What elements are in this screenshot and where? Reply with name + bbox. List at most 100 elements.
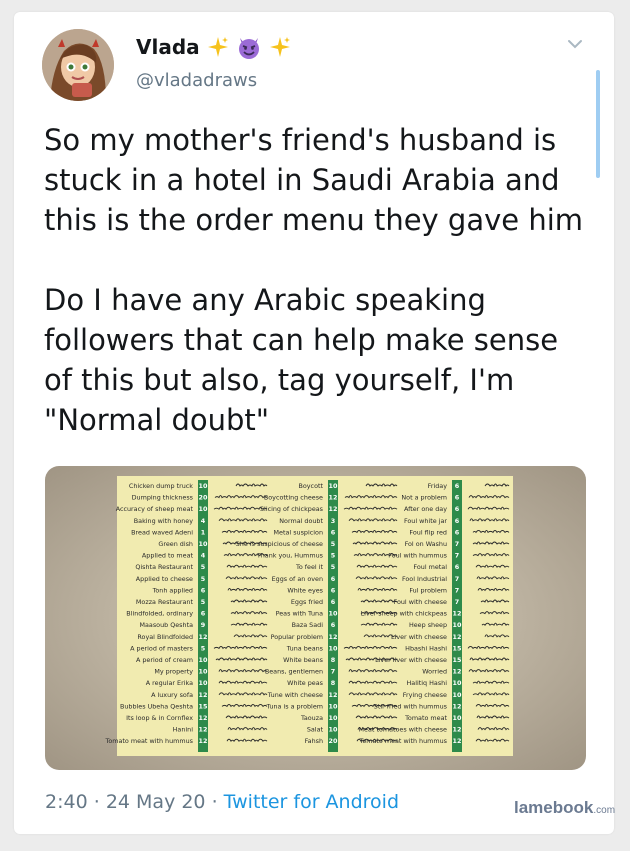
menu-item-price: 6: [455, 494, 460, 502]
menu-item-name: Tomato meat with hummus: [359, 737, 448, 745]
sparkles-icon: [207, 37, 228, 57]
menu-item-price: 5: [331, 563, 335, 571]
menu-item-price: 10: [329, 726, 338, 734]
menu-item-name: Blindfolded, ordinary: [126, 610, 193, 618]
menu-item-name: Liver sheep with chickpeas: [361, 610, 448, 618]
menu-item-price: 10: [199, 482, 208, 490]
menu-item-price: 7: [455, 586, 459, 594]
menu-photo: Chicken dump truck 10 Dumping thickness 20 A…: [45, 466, 586, 770]
menu-item-name: Tomato meat: [404, 714, 447, 722]
lamebook-watermark: lamebook.com: [514, 798, 615, 818]
menu-item-price: 9: [201, 621, 206, 629]
separator: ·: [211, 791, 218, 813]
menu-item-name: Mozza Restaurant: [136, 598, 194, 606]
menu-item-name: Maasoub Qeshta: [140, 621, 194, 629]
menu-item-price: 3: [331, 517, 335, 525]
menu-item-price: 10: [329, 482, 338, 490]
chevron-down-icon[interactable]: [565, 34, 585, 54]
menu-item-name: Bubbles Ubeha Qeshta: [120, 702, 193, 710]
menu-item-name: Fahsh: [305, 737, 323, 745]
author-name-row[interactable]: Vlada: [136, 34, 292, 60]
menu-item-price: 12: [453, 610, 462, 618]
menu-item-price: 1: [201, 528, 205, 536]
menu-item-price: 12: [329, 691, 338, 699]
author-handle[interactable]: @vladadraws: [136, 70, 257, 91]
menu-item-name: White eyes: [287, 586, 323, 594]
menu-item-name: Hanini: [173, 726, 194, 734]
menu-item-price: 10: [199, 540, 208, 548]
menu-item-price: 7: [455, 540, 459, 548]
menu-item-price: 12: [199, 633, 208, 641]
menu-item-name: Foul with cheese: [394, 598, 448, 606]
watermark-tld: .com: [593, 805, 616, 816]
menu-item-name: Baza Sadi: [292, 621, 324, 629]
menu-item-name: Applied to cheese: [136, 575, 193, 583]
menu-item-price: 5: [201, 598, 205, 606]
menu-item-name: Applied to meat: [142, 552, 194, 560]
menu-item-name: Worried: [422, 668, 447, 676]
menu-item-price: 15: [199, 702, 208, 710]
menu-item-price: 6: [201, 610, 206, 618]
tweet-photo[interactable]: Chicken dump truck 10 Dumping thickness 20 A…: [45, 466, 586, 770]
menu-item-name: Liver with cheese: [391, 633, 447, 641]
menu-item-name: Halitiq Hashi: [406, 679, 447, 687]
menu-item-name: A period of cream: [136, 656, 193, 664]
menu-item-price: 4: [201, 552, 206, 560]
menu-item-name: Tomato meat with hummus: [105, 737, 194, 745]
menu-item-price: 15: [453, 656, 462, 664]
tweet-text: So my mother's friend's husband is stuck…: [44, 123, 584, 437]
menu-item-price: 6: [201, 586, 206, 594]
tweet-date[interactable]: 24 May 20: [106, 791, 206, 813]
menu-item-price: 6: [331, 598, 336, 606]
avatar-illustration-icon: [42, 29, 114, 101]
menu-item-price: 12: [199, 737, 208, 745]
menu-item-price: 10: [453, 691, 462, 699]
tweet-footer: 2:40 · 24 May 20 · Twitter for Android: [45, 791, 399, 813]
menu-item-name: Its loop & in Cornflex: [126, 714, 193, 722]
menu-item-price: 12: [199, 714, 208, 722]
menu-item-name: Tuna beans: [286, 644, 324, 652]
menu-item-name: My property: [154, 668, 193, 676]
menu-item-name: Fol on Washu: [405, 540, 447, 548]
menu-item-name: Tune with cheese: [267, 691, 323, 699]
tweet-time[interactable]: 2:40: [45, 791, 88, 813]
menu-item-name: White peas: [287, 679, 324, 687]
display-name[interactable]: Vlada: [136, 35, 200, 59]
menu-item-price: 20: [199, 494, 208, 502]
menu-item-name: White beans: [283, 656, 324, 664]
tweet-client-link[interactable]: Twitter for Android: [224, 791, 399, 813]
menu-item-price: 12: [453, 633, 462, 641]
menu-item-price: 5: [201, 644, 205, 652]
menu-item-price: 12: [199, 726, 208, 734]
menu-item-name: Bread waved Adeni: [131, 528, 193, 536]
menu-item-name: Foul white jar: [404, 517, 447, 525]
sparkles-icon: [269, 37, 290, 57]
avatar[interactable]: [42, 29, 114, 101]
menu-item-price: 8: [331, 656, 336, 664]
menu-item-price: 7: [455, 575, 459, 583]
menu-item-name: Not a problem: [401, 494, 447, 502]
menu-item-name: Tuna is a problem: [265, 702, 323, 710]
menu-item-price: 6: [331, 528, 336, 536]
menu-item-price: 6: [331, 575, 336, 583]
menu-item-price: 6: [455, 563, 460, 571]
menu-item-name: Foul metal: [413, 563, 447, 571]
menu-item-price: 6: [455, 482, 460, 490]
menu-item-name: Dumping thickness: [132, 494, 194, 502]
menu-item-name: Metal suspicion: [274, 528, 323, 536]
menu-item-name: Heep sheep: [409, 621, 447, 629]
menu-item-price: 20: [329, 737, 338, 745]
menu-item-name: Friday: [428, 482, 448, 490]
menu-item-price: 12: [453, 702, 462, 710]
menu-item-price: 12: [329, 505, 338, 513]
menu-item-name: Peas with Tuna: [276, 610, 323, 618]
menu-item-name: Thank you, Hummus: [256, 552, 324, 560]
menu-item-name: Eggs of an oven: [272, 575, 323, 583]
menu-item-price: 5: [201, 575, 205, 583]
menu-item-name: Accuracy of sheep meat: [116, 505, 194, 513]
scrollbar[interactable]: [596, 70, 600, 178]
menu-item-price: 10: [199, 505, 208, 513]
menu-item-name: Boycotting cheese: [264, 494, 323, 502]
menu-item-name: Hbashi Hashi: [405, 644, 447, 652]
menu-item-price: 10: [199, 679, 208, 687]
